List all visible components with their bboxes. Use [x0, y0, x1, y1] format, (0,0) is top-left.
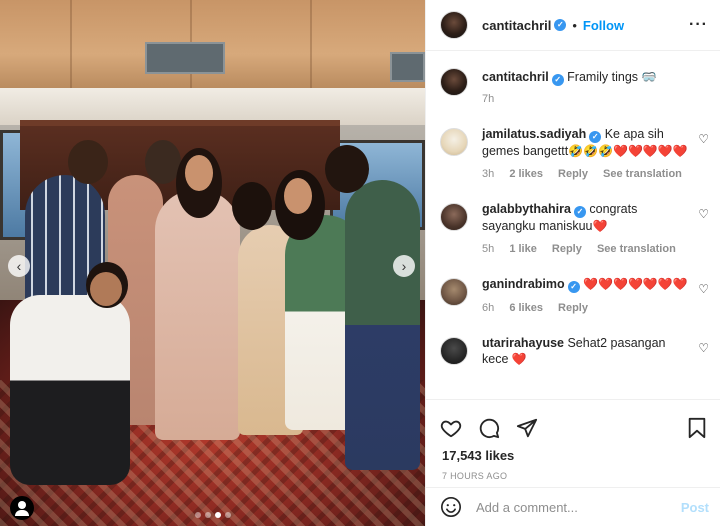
more-horizontal-icon[interactable]: ···: [689, 16, 708, 34]
verified-badge-icon: ✓: [589, 131, 602, 143]
carousel-dots: [0, 512, 425, 518]
follow-button[interactable]: Follow: [583, 18, 624, 33]
verified-badge-icon: ✓: [573, 206, 586, 218]
caption-time: 7h: [482, 93, 495, 105]
comment-likes[interactable]: 6 likes: [509, 302, 543, 314]
comment-icon[interactable]: [478, 417, 500, 439]
see-translation-link[interactable]: See translation: [603, 168, 682, 180]
caption-username[interactable]: cantitachril: [482, 70, 549, 84]
person-face: [284, 178, 312, 214]
person-head: [68, 140, 108, 184]
person-head: [232, 182, 272, 230]
carousel-dot: [214, 512, 221, 518]
commenter-avatar[interactable]: [440, 337, 468, 365]
carousel-dot: [194, 512, 201, 518]
person-face: [90, 272, 122, 306]
author-avatar[interactable]: [440, 11, 468, 39]
verified-badge-icon: ✓: [554, 19, 567, 31]
comment-hearts: ❤️: [511, 352, 527, 366]
commenter-avatar[interactable]: [440, 128, 468, 156]
person-head: [325, 145, 369, 193]
comment-hearts: ❤️❤️❤️❤️❤️❤️❤️: [583, 277, 688, 291]
comment-likes[interactable]: 2 likes: [509, 168, 543, 180]
comment-time: 6h: [482, 302, 495, 314]
wall-panel-line: [310, 0, 312, 90]
comment-item: utarirahayuse Sehat2 pasangan kece ❤️ ♡: [426, 335, 720, 367]
see-translation-link[interactable]: See translation: [597, 243, 676, 255]
caption-text: Framily tings: [567, 70, 639, 84]
heart-icon[interactable]: ♡: [698, 282, 709, 296]
comment-item: galabbythahira ✓ congrats sayangku manisk…: [426, 201, 720, 256]
like-count[interactable]: 17,543 likes: [426, 444, 720, 463]
comment-username[interactable]: utarirahayuse: [482, 336, 564, 350]
commenter-avatar[interactable]: [440, 278, 468, 306]
verified-badge-icon: ✓: [567, 281, 580, 293]
post-photo[interactable]: ‹ ›: [0, 0, 425, 526]
comment-hearts: ❤️❤️❤️❤️❤️: [613, 144, 688, 158]
caption: cantitachril ✓ Framily tings 🥽 7h: [426, 66, 720, 106]
reply-button[interactable]: Reply: [558, 302, 588, 314]
comment-hearts: ❤️: [592, 219, 608, 233]
smiley-icon[interactable]: [440, 496, 462, 518]
post-actions: 17,543 likes 7 HOURS AGO: [426, 399, 720, 487]
heart-icon[interactable]: ♡: [698, 341, 709, 355]
ac-vent: [145, 42, 225, 74]
wall-panel-line: [70, 0, 72, 90]
heart-icon[interactable]: [440, 417, 462, 439]
carousel-dot: [224, 512, 231, 518]
carousel-next-button[interactable]: ›: [393, 255, 415, 277]
comment-composer: Post: [426, 487, 720, 526]
heart-icon[interactable]: ♡: [698, 207, 709, 221]
comment-time: 3h: [482, 168, 495, 180]
person-figure: [345, 180, 420, 470]
bookmark-icon[interactable]: [687, 417, 707, 439]
person-figure: [10, 295, 130, 485]
share-icon[interactable]: [516, 417, 538, 439]
reply-button[interactable]: Reply: [552, 243, 582, 255]
commenter-avatar[interactable]: [440, 203, 468, 231]
ac-vent: [390, 52, 425, 82]
comment-item: jamilatus.sadiyah ✓ Ke apa sih gemes bang…: [426, 126, 720, 181]
comment-emojis: 🤣🤣🤣: [568, 144, 613, 158]
verified-badge-icon: ✓: [551, 74, 564, 86]
comment-username[interactable]: jamilatus.sadiyah: [482, 127, 586, 141]
person-face: [185, 155, 213, 191]
post-header: cantitachril ✓ • Follow ···: [426, 0, 720, 51]
comments-list[interactable]: cantitachril ✓ Framily tings 🥽 7h jamilat…: [426, 52, 720, 398]
post-comment-button[interactable]: Post: [681, 500, 709, 515]
carousel-prev-button[interactable]: ‹: [8, 255, 30, 277]
caption-emoji: 🥽: [641, 70, 657, 84]
author-username[interactable]: cantitachril: [482, 18, 551, 33]
comment-username[interactable]: ganindrabimo: [482, 277, 565, 291]
header-separator: •: [572, 17, 577, 33]
post-timestamp: 7 HOURS AGO: [442, 471, 508, 481]
comment-username[interactable]: galabbythahira: [482, 202, 571, 216]
post-side-panel: cantitachril ✓ • Follow ··· cantitachril…: [425, 0, 720, 526]
comment-time: 5h: [482, 243, 495, 255]
carousel-dot: [204, 512, 211, 518]
person-figure: [155, 190, 240, 440]
heart-icon[interactable]: ♡: [698, 132, 709, 146]
comment-item: ganindrabimo ✓ ❤️❤️❤️❤️❤️❤️❤️ 6h 6 likes …: [426, 276, 720, 315]
comment-likes[interactable]: 1 like: [509, 243, 537, 255]
reply-button[interactable]: Reply: [558, 168, 588, 180]
author-avatar[interactable]: [440, 68, 468, 96]
comment-input[interactable]: [476, 499, 681, 515]
